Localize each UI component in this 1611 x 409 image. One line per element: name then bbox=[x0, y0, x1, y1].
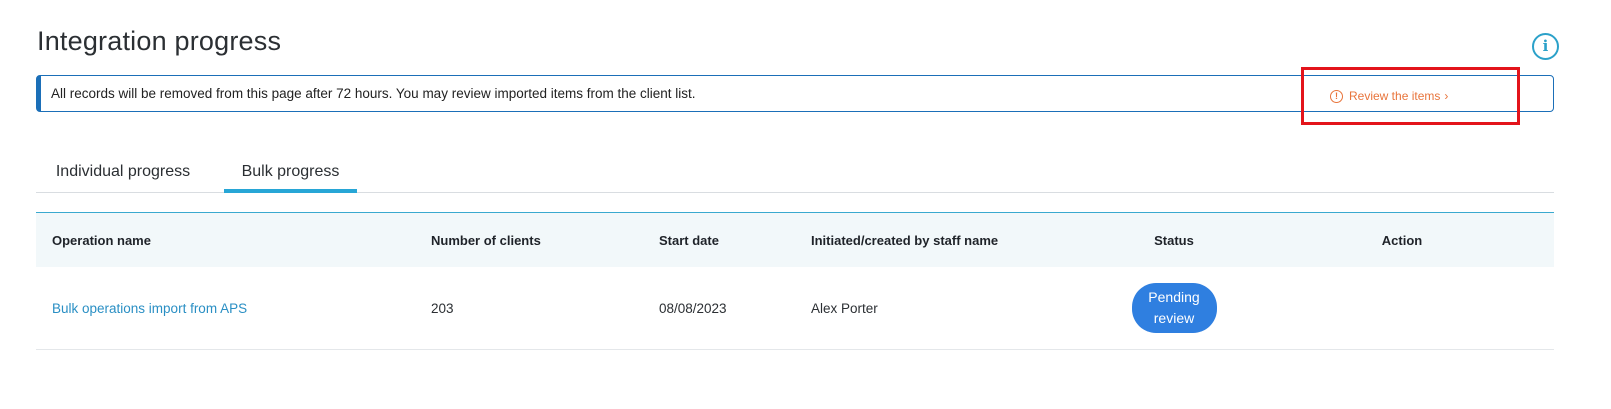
status-badge: Pending review bbox=[1131, 283, 1217, 333]
warning-circle-icon: ! bbox=[1330, 89, 1343, 103]
chevron-right-icon: › bbox=[1444, 89, 1449, 103]
column-header-action: Action bbox=[1381, 232, 1423, 248]
status-line-1: Pending bbox=[1148, 289, 1200, 305]
operation-name-link[interactable]: Bulk operations import from APS bbox=[52, 301, 247, 316]
tab-bulk-progress[interactable]: Bulk progress bbox=[224, 152, 357, 193]
start-date-cell: 08/08/2023 bbox=[659, 300, 727, 316]
status-line-2: review bbox=[1153, 310, 1195, 326]
notice-text: All records will be removed from this pa… bbox=[51, 86, 696, 101]
review-items-action[interactable]: ! Review the items › bbox=[1301, 67, 1520, 125]
tab-label: Individual progress bbox=[55, 162, 191, 180]
column-header-number-of-clients: Number of clients bbox=[431, 232, 541, 248]
table-header: Operation name Number of clients Start d… bbox=[36, 212, 1554, 267]
progress-table: Operation name Number of clients Start d… bbox=[36, 212, 1554, 350]
review-items-link[interactable]: Review the items bbox=[1349, 89, 1440, 103]
tab-bar: Individual progress Bulk progress bbox=[36, 152, 1554, 193]
tab-individual-progress[interactable]: Individual progress bbox=[36, 152, 210, 191]
column-header-status: Status bbox=[1154, 232, 1194, 248]
info-icon[interactable]: i bbox=[1532, 33, 1559, 60]
table-row: Bulk operations import from APS 203 08/0… bbox=[36, 267, 1554, 350]
tab-label: Bulk progress bbox=[241, 162, 340, 180]
column-header-operation-name: Operation name bbox=[52, 232, 151, 248]
column-header-staff-name: Initiated/created by staff name bbox=[811, 232, 999, 248]
page-title: Integration progress bbox=[37, 26, 282, 56]
staff-name-cell: Alex Porter bbox=[811, 300, 878, 316]
number-of-clients-cell: 203 bbox=[431, 300, 454, 316]
column-header-start-date: Start date bbox=[659, 232, 719, 248]
